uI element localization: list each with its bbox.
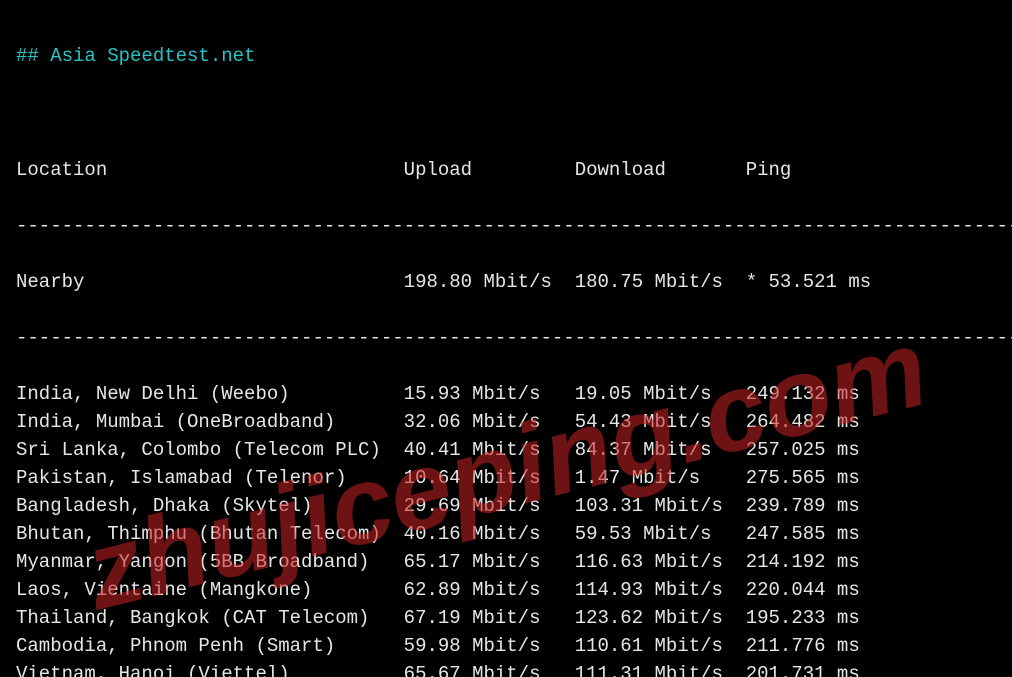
result-row: Bangladesh, Dhaka (Skytel) 29.69 Mbit/s … [16,492,996,520]
nearby-row: Nearby 198.80 Mbit/s 180.75 Mbit/s * 53.… [16,268,996,296]
result-row: India, New Delhi (Weebo) 15.93 Mbit/s 19… [16,380,996,408]
result-row: India, Mumbai (OneBroadband) 32.06 Mbit/… [16,408,996,436]
divider: ----------------------------------------… [16,212,996,240]
result-row: Myanmar, Yangon (5BB Broadband) 65.17 Mb… [16,548,996,576]
result-row: Thailand, Bangkok (CAT Telecom) 67.19 Mb… [16,604,996,632]
result-row: Sri Lanka, Colombo (Telecom PLC) 40.41 M… [16,436,996,464]
section-title: ## Asia Speedtest.net [16,42,996,70]
terminal-output: ## Asia Speedtest.net Location Upload Do… [0,0,1012,677]
result-row: Pakistan, Islamabad (Telenor) 10.64 Mbit… [16,464,996,492]
divider: ----------------------------------------… [16,324,996,352]
result-row: Cambodia, Phnom Penh (Smart) 59.98 Mbit/… [16,632,996,660]
result-row: Bhutan, Thimphu (Bhutan Telecom) 40.16 M… [16,520,996,548]
blank-line [16,100,996,128]
result-row: Laos, Vientaine (Mangkone) 62.89 Mbit/s … [16,576,996,604]
header-row: Location Upload Download Ping [16,156,996,184]
result-row: Vietnam, Hanoi (Viettel) 65.67 Mbit/s 11… [16,660,996,677]
results-block: India, New Delhi (Weebo) 15.93 Mbit/s 19… [16,380,996,677]
